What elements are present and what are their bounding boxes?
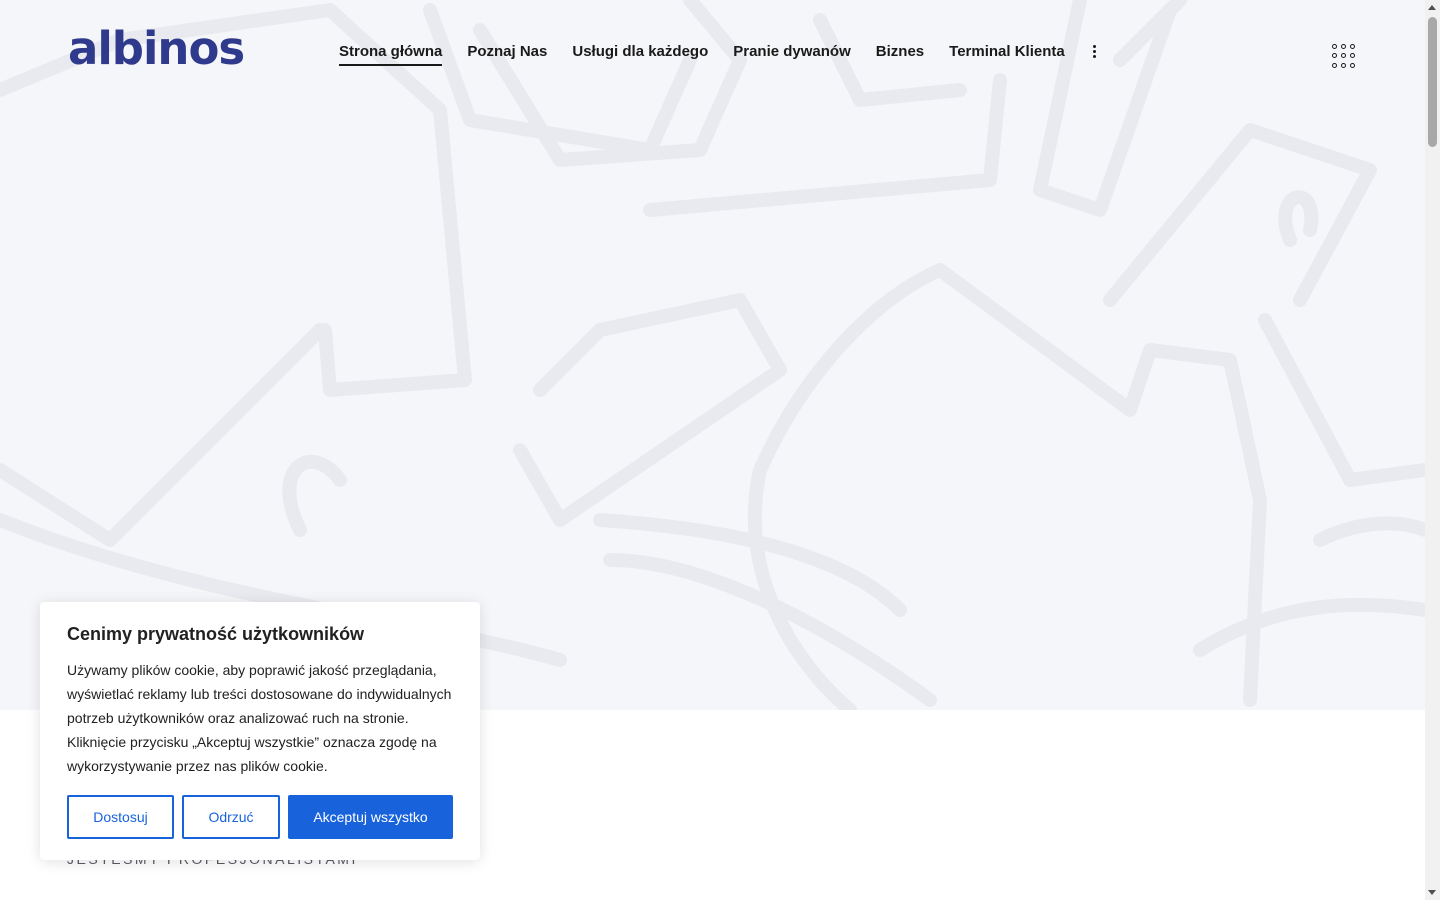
accept-all-button[interactable]: Akceptuj wszystko bbox=[288, 795, 453, 839]
reject-button[interactable]: Odrzuć bbox=[182, 795, 280, 839]
nav-item-terminal-klienta[interactable]: Terminal Klienta bbox=[949, 43, 1065, 66]
nav-item-poznaj-nas[interactable]: Poznaj Nas bbox=[467, 43, 547, 66]
scrollbar-thumb[interactable] bbox=[1428, 17, 1437, 147]
albinos-logo[interactable]: albinos bbox=[68, 26, 245, 71]
site-header: albinos Strona główna Poznaj Nas Usługi … bbox=[0, 0, 1425, 110]
nav-item-uslugi[interactable]: Usługi dla każdego bbox=[572, 43, 708, 66]
grid-dots-icon[interactable] bbox=[1332, 44, 1356, 68]
cookie-banner-text: Używamy plików cookie, aby poprawić jako… bbox=[67, 662, 452, 774]
scroll-up-arrow-icon[interactable] bbox=[1428, 5, 1436, 10]
scroll-down-arrow-icon[interactable] bbox=[1428, 890, 1436, 895]
nav-item-pranie-dywanow[interactable]: Pranie dywanów bbox=[733, 43, 851, 66]
page-scrollbar[interactable] bbox=[1425, 0, 1440, 900]
nav-item-biznes[interactable]: Biznes bbox=[876, 43, 924, 66]
nav-item-strona-glowna[interactable]: Strona główna bbox=[339, 43, 443, 66]
cookie-banner-title: Cenimy prywatność użytkowników bbox=[67, 624, 365, 644]
cookie-banner-actions: Dostosuj Odrzuć Akceptuj wszystko bbox=[67, 795, 453, 839]
customize-button[interactable]: Dostosuj bbox=[67, 795, 174, 839]
cookie-consent-banner: Cenimy prywatność użytkowników Używamy p… bbox=[40, 602, 480, 860]
main-navigation: Strona główna Poznaj Nas Usługi dla każd… bbox=[339, 43, 1100, 66]
vertical-dots-icon[interactable] bbox=[1089, 43, 1100, 60]
